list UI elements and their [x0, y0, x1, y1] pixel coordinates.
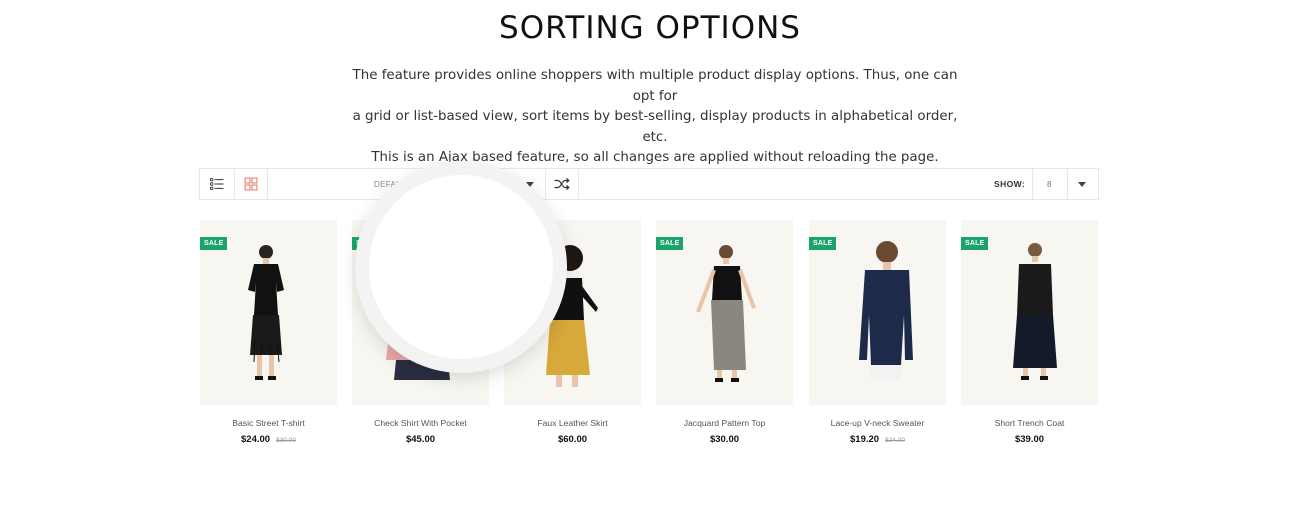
product-price-row: $30.00 [656, 434, 793, 445]
section-title: SORTING OPTIONS [499, 10, 801, 46]
product-name[interactable]: Jacquard Pattern Top [656, 418, 793, 428]
shuffle-icon [554, 178, 570, 190]
sale-badge: SALE [809, 237, 837, 250]
product-name[interactable]: Basic Street T-shirt [200, 418, 337, 428]
product-price-row: $60.00 [504, 434, 641, 445]
product-price: $19.20 [850, 434, 880, 445]
product-price: $30.00 [709, 434, 740, 445]
product-name[interactable]: Check Shirt With Pocket [352, 418, 489, 428]
section-description: The feature provides online shoppers wit… [350, 66, 960, 169]
product-price-row: $19.20 $24.00 [809, 434, 946, 445]
sale-badge: SALE [200, 237, 228, 250]
product-image[interactable]: SALE [656, 220, 793, 405]
product-price: $60.00 [557, 434, 588, 445]
magnifier-lens [355, 161, 567, 373]
product-name[interactable]: Lace-up V-neck Sweater [809, 418, 946, 428]
product-card[interactable]: SALE Lace-up V-neck Sweater $19.20 $24.00 [809, 220, 946, 445]
sale-badge: SALE [961, 237, 989, 250]
product-card[interactable]: SALE Short Trench Coat $39.00 [961, 220, 1098, 445]
product-price-row: $39.00 [961, 434, 1098, 445]
product-price: $45.00 [405, 434, 436, 445]
product-price-row: $45.00 [352, 434, 489, 445]
shuffle-button[interactable] [546, 169, 579, 199]
dropdown-divider [1067, 169, 1068, 199]
grid-view-button[interactable] [235, 169, 268, 199]
product-name[interactable]: Short Trench Coat [961, 418, 1098, 428]
product-old-price: $30.00 [276, 437, 296, 444]
product-price: $39.00 [1014, 434, 1045, 445]
product-image[interactable]: SALE [809, 220, 946, 405]
sale-badge: SALE [656, 237, 684, 250]
show-label: SHOW: [994, 179, 1026, 189]
product-price: $24.00 [241, 434, 271, 445]
product-name[interactable]: Faux Leather Skirt [504, 418, 641, 428]
description-line: a grid or list-based view, sort items by… [352, 109, 958, 145]
product-old-price: $24.00 [885, 437, 905, 444]
product-card[interactable]: SALE Jacquard Pattern Top $30.00 [656, 220, 793, 445]
sorting-toolbar: DEFAULT SHOW: 8 [199, 168, 1099, 200]
list-view-icon [210, 178, 224, 190]
items-per-page-dropdown[interactable]: 8 [1032, 169, 1098, 199]
chevron-down-icon [1078, 182, 1086, 187]
grid-view-icon [244, 177, 258, 191]
list-view-button[interactable] [200, 169, 235, 199]
product-image[interactable]: SALE [961, 220, 1098, 405]
description-line: The feature provides online shoppers wit… [352, 68, 958, 104]
product-price-row: $24.00 $30.00 [200, 434, 337, 445]
product-card[interactable]: SALE Basic Street T-shirt $24.00 $30.00 [200, 220, 337, 445]
items-per-page-value: 8 [1047, 180, 1052, 189]
product-image[interactable]: SALE [200, 220, 337, 405]
